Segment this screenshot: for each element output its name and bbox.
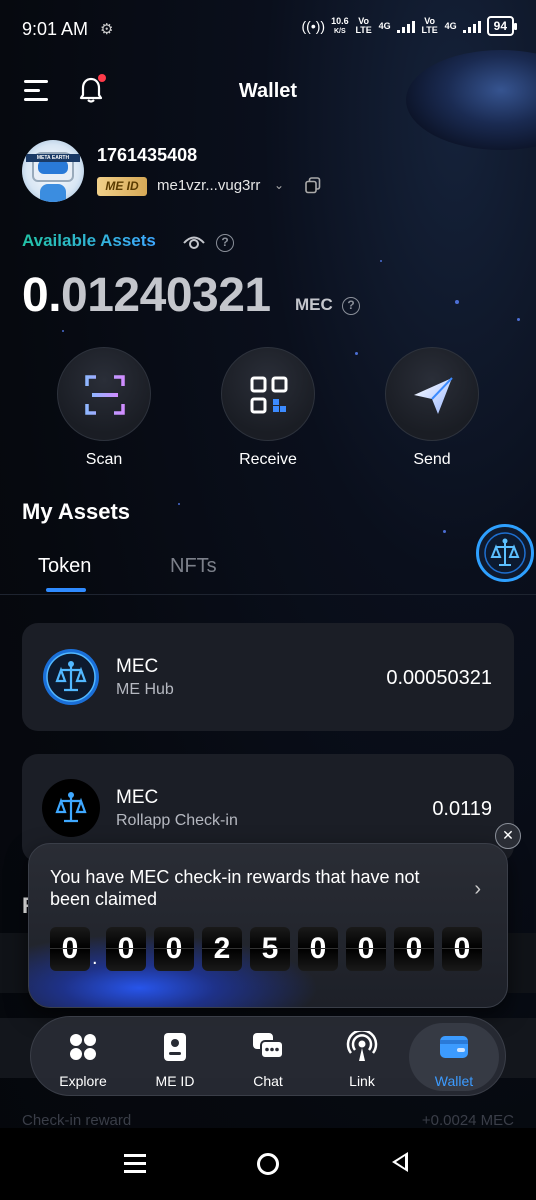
net-speed-unit: K/S bbox=[334, 27, 346, 35]
me-id-badge: ME ID bbox=[97, 177, 147, 196]
settings-status-icon: ⚙ bbox=[100, 21, 114, 38]
hotspot-icon: ((•)) bbox=[301, 18, 326, 34]
send-button[interactable]: Send bbox=[385, 347, 479, 469]
network-4g-1: 4G bbox=[378, 20, 391, 31]
counter-digit: 0 bbox=[346, 927, 386, 971]
star-decoration bbox=[443, 530, 446, 533]
scan-button[interactable]: Scan bbox=[57, 347, 151, 469]
nav-label-link: Link bbox=[349, 1073, 375, 1089]
tab-active-indicator bbox=[46, 588, 86, 592]
home-icon[interactable] bbox=[257, 1153, 279, 1175]
qr-code-icon bbox=[221, 347, 315, 441]
help-icon[interactable]: ? bbox=[216, 234, 234, 252]
asset-source: Rollapp Check-in bbox=[116, 812, 238, 829]
counter-digit: 5 bbox=[250, 927, 290, 971]
system-navigation-bar bbox=[0, 1128, 536, 1200]
wallet-address[interactable]: me1vzr...vug3rr bbox=[157, 177, 260, 194]
nav-item-link[interactable]: Link bbox=[318, 1017, 406, 1097]
nav-label-explore: Explore bbox=[59, 1073, 107, 1089]
nav-item-explore[interactable]: Explore bbox=[39, 1017, 127, 1097]
star-decoration bbox=[62, 330, 64, 332]
receive-button[interactable]: Receive bbox=[221, 347, 315, 469]
counter-digit: 0 bbox=[154, 927, 194, 971]
volte-indicator-1: Vo LTE bbox=[355, 16, 372, 35]
available-assets-label: Available Assets bbox=[22, 231, 156, 250]
balance-unit: MEC bbox=[295, 295, 333, 314]
copy-icon[interactable] bbox=[305, 177, 321, 194]
net-speed-value: 10.6 bbox=[331, 15, 349, 26]
asset-source: ME Hub bbox=[116, 681, 174, 698]
chat-icon bbox=[252, 1031, 284, 1063]
counter-digit: 0 bbox=[106, 927, 146, 971]
asset-name: MEC bbox=[116, 656, 159, 677]
tab-token[interactable]: Token bbox=[38, 555, 91, 578]
nav-label-wallet: Wallet bbox=[434, 1073, 474, 1089]
bottom-navigation: Explore ME ID Chat Link Wallet bbox=[30, 1016, 506, 1096]
explore-icon bbox=[67, 1031, 99, 1063]
counter-digit: 0 bbox=[298, 927, 338, 971]
close-icon[interactable]: ✕ bbox=[495, 823, 521, 849]
counter-digit: 0 bbox=[394, 927, 434, 971]
nav-label-chat: Chat bbox=[253, 1073, 283, 1089]
wallet-screen: 9:01 AM ⚙ ((•)) 10.6 K/S Vo LTE 4G Vo LT… bbox=[0, 0, 536, 1200]
counter-digit: 0 bbox=[50, 927, 90, 971]
asset-name: MEC bbox=[116, 787, 159, 808]
avatar-banner-text: META EARTH bbox=[26, 154, 80, 162]
eye-icon[interactable] bbox=[183, 233, 205, 251]
tab-divider bbox=[0, 594, 536, 595]
balance-integer: 0. bbox=[22, 269, 62, 322]
volte-indicator-2: Vo LTE bbox=[421, 16, 438, 35]
nav-item-me-id[interactable]: ME ID bbox=[131, 1017, 219, 1097]
mec-logo-icon bbox=[42, 648, 100, 706]
back-icon[interactable] bbox=[392, 1152, 408, 1172]
mec-logo-icon bbox=[42, 779, 100, 837]
wallet-icon bbox=[438, 1031, 470, 1063]
signal-icon-2 bbox=[462, 19, 481, 33]
chevron-right-icon[interactable]: › bbox=[474, 878, 481, 901]
status-time: 9:01 AM bbox=[22, 19, 89, 39]
nav-label-me-id: ME ID bbox=[155, 1073, 195, 1089]
receive-label: Receive bbox=[239, 451, 297, 468]
network-speed: 10.6 K/S bbox=[331, 15, 349, 36]
status-indicators: ((•)) 10.6 K/S Vo LTE 4G Vo LTE 4G 94 bbox=[301, 15, 518, 36]
nav-item-wallet[interactable]: Wallet bbox=[410, 1017, 498, 1097]
avatar[interactable]: META EARTH bbox=[22, 140, 84, 202]
chevron-down-icon[interactable]: ⌄ bbox=[274, 178, 284, 192]
balance-decimal: 01240321 bbox=[61, 269, 271, 322]
counter-digit: 2 bbox=[202, 927, 242, 971]
signal-icon-1 bbox=[396, 19, 415, 33]
id-card-icon bbox=[159, 1031, 191, 1063]
user-id: 1761435408 bbox=[97, 145, 198, 165]
page-title: Wallet bbox=[238, 80, 298, 102]
star-decoration bbox=[517, 318, 520, 321]
scan-icon bbox=[57, 347, 151, 441]
hidden-row-amount: +0.0024 MEC bbox=[421, 1112, 514, 1129]
floating-mec-logo-icon[interactable] bbox=[476, 524, 534, 582]
tab-nfts[interactable]: NFTs bbox=[170, 555, 217, 578]
send-label: Send bbox=[413, 451, 451, 468]
asset-amount: 0.0119 bbox=[432, 798, 492, 820]
star-decoration bbox=[455, 300, 459, 304]
battery-icon: 94 bbox=[486, 16, 518, 36]
broadcast-icon bbox=[346, 1029, 378, 1063]
reward-counter: 0 . 0 0 2 5 0 0 0 0 bbox=[50, 927, 482, 971]
popup-message: You have MEC check-in rewards that have … bbox=[50, 867, 420, 909]
checkin-reward-popup[interactable]: You have MEC check-in rewards that have … bbox=[28, 843, 508, 1008]
scan-label: Scan bbox=[85, 451, 123, 468]
star-decoration bbox=[178, 503, 180, 505]
asset-amount: 0.00050321 bbox=[386, 667, 492, 689]
counter-digit: 0 bbox=[442, 927, 482, 971]
status-bar: 9:01 AM ⚙ ((•)) 10.6 K/S Vo LTE 4G Vo LT… bbox=[0, 0, 536, 60]
star-decoration bbox=[380, 260, 382, 262]
star-decoration bbox=[355, 352, 358, 355]
balance-value: 0.01240321 bbox=[22, 268, 271, 323]
balance-help-icon[interactable]: ? bbox=[342, 297, 360, 315]
paper-plane-icon bbox=[385, 347, 479, 441]
my-assets-title: My Assets bbox=[22, 499, 131, 524]
recent-apps-icon[interactable] bbox=[124, 1154, 146, 1178]
nav-item-chat[interactable]: Chat bbox=[224, 1017, 312, 1097]
asset-card[interactable]: MEC ME Hub 0.00050321 bbox=[22, 623, 514, 731]
network-4g-2: 4G bbox=[444, 20, 457, 31]
hidden-row-label: Check-in reward bbox=[22, 1112, 132, 1129]
